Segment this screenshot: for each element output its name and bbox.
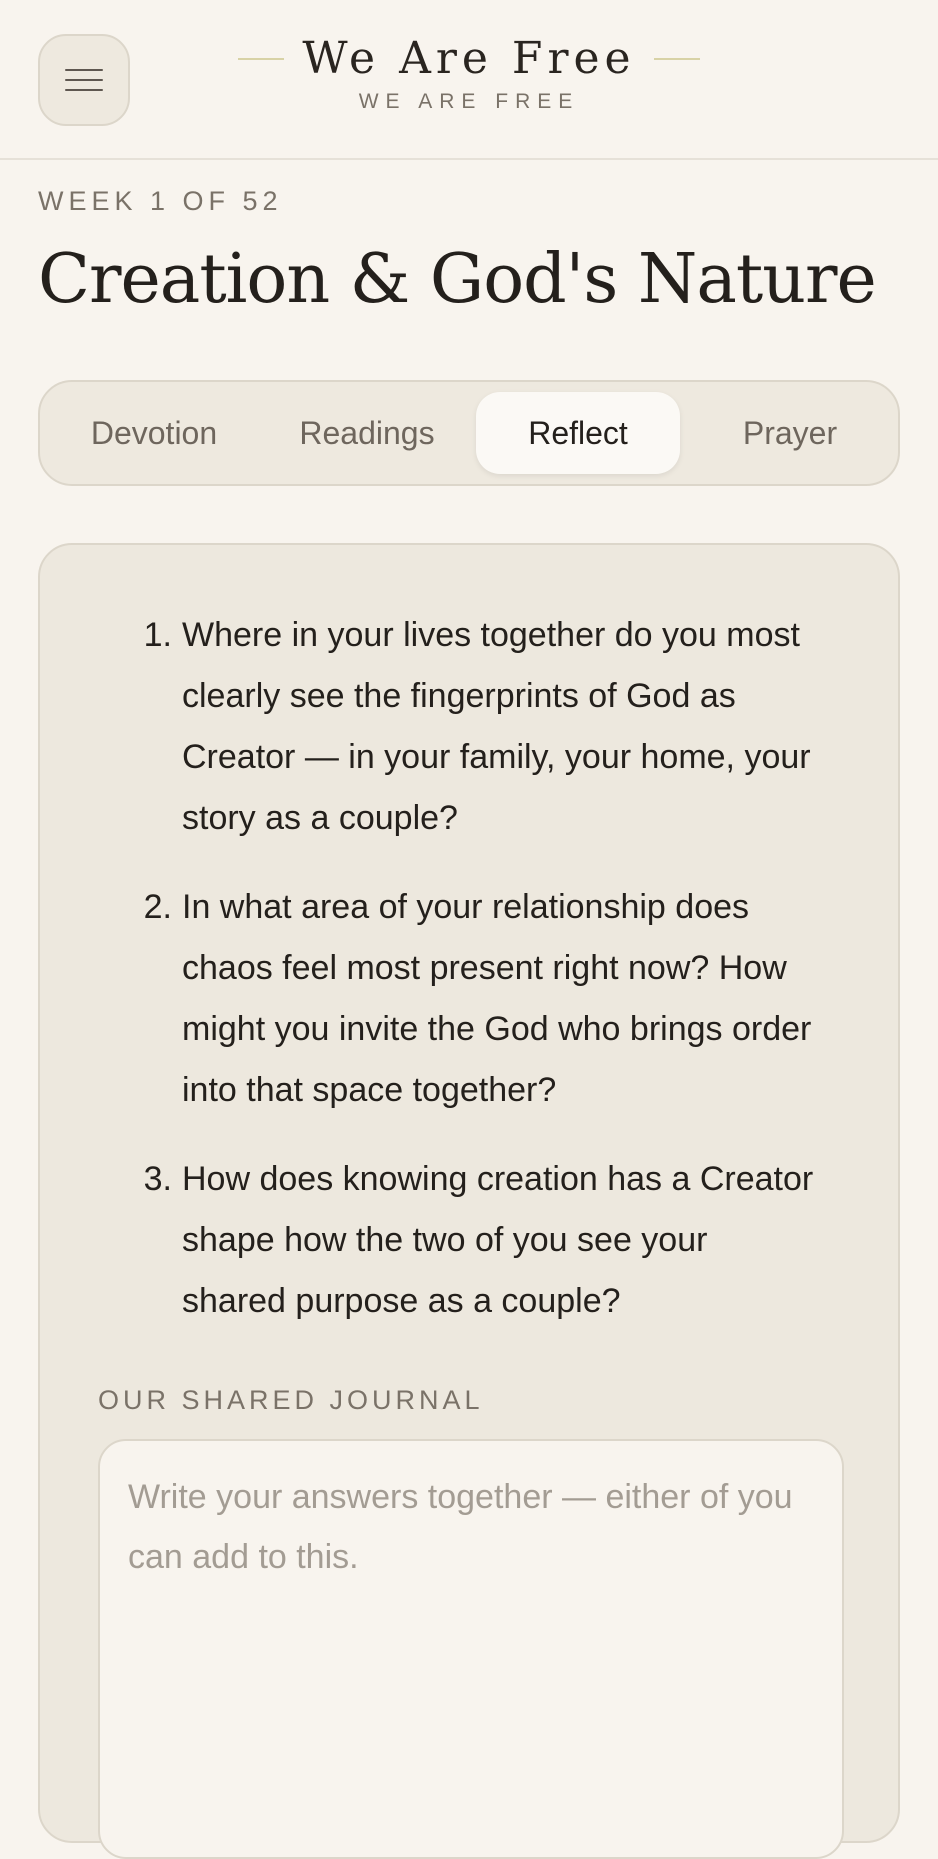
question-number: 1. [143, 616, 172, 654]
brand-divider-right [653, 58, 700, 60]
question-item: 1. Where in your lives together do you m… [100, 605, 820, 849]
tab-prayer[interactable]: Prayer [688, 392, 892, 474]
question-text: In what area of your relationship does c… [182, 888, 812, 1109]
question-item: 3. How does knowing creation has a Creat… [100, 1149, 820, 1332]
section-tabs: Devotion Readings Reflect Prayer [38, 380, 900, 486]
app-header: We Are Free WE ARE FREE [0, 0, 938, 160]
brand-title: We Are Free [302, 33, 636, 84]
journal-label: OUR SHARED JOURNAL [98, 1385, 484, 1415]
brand: We Are Free WE ARE FREE [0, 30, 938, 114]
tab-readings[interactable]: Readings [265, 392, 469, 474]
shared-journal-input[interactable] [98, 1439, 844, 1859]
question-text: Where in your lives together do you most… [182, 616, 811, 837]
reflection-questions: 1. Where in your lives together do you m… [100, 605, 820, 1360]
reflect-card: 1. Where in your lives together do you m… [38, 543, 900, 1859]
question-item: 2. In what area of your relationship doe… [100, 877, 820, 1121]
tab-devotion[interactable]: Devotion [52, 392, 256, 474]
page-title: Creation & God's Nature [38, 240, 877, 319]
week-label: WEEK 1 OF 52 [38, 186, 283, 216]
tab-reflect[interactable]: Reflect [476, 392, 680, 474]
question-number: 2. [143, 888, 172, 926]
brand-subtitle: WE ARE FREE [358, 90, 580, 113]
brand-divider-left [238, 58, 285, 60]
question-number: 3. [143, 1160, 172, 1198]
question-text: How does knowing creation has a Creator … [182, 1160, 814, 1320]
